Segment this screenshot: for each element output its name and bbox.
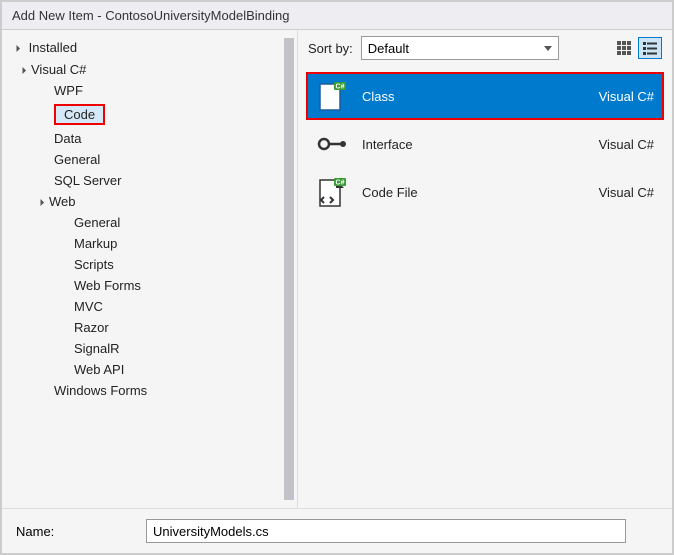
tree-item-web-razor[interactable]: Razor (2, 317, 297, 338)
template-item-interface[interactable]: Interface Visual C# (306, 120, 664, 168)
tree-item-web-general[interactable]: General (2, 212, 297, 233)
template-lang: Visual C# (564, 185, 654, 200)
list-icon (642, 40, 658, 56)
template-lang: Visual C# (564, 137, 654, 152)
sort-by-value: Default (368, 41, 409, 56)
sort-by-select[interactable]: Default (361, 36, 559, 60)
view-small-icons-button[interactable] (612, 37, 636, 59)
name-input[interactable] (146, 519, 626, 543)
tree-item-web-signalr[interactable]: SignalR (2, 338, 297, 359)
main-panel: Installed Visual C# WPF Code Data Genera… (2, 30, 672, 508)
sort-by-label: Sort by: (308, 41, 353, 56)
tree-item-web-api[interactable]: Web API (2, 359, 297, 380)
tree-item-web-mvc[interactable]: MVC (2, 296, 297, 317)
category-tree[interactable]: Installed Visual C# WPF Code Data Genera… (2, 30, 298, 508)
tree-item-sql-server[interactable]: SQL Server (2, 170, 297, 191)
class-file-icon: C# (316, 80, 348, 112)
template-name: Class (362, 89, 550, 104)
content-panel: Sort by: Default C# Class Visual C# (298, 30, 672, 508)
tree-item-web[interactable]: Web (2, 191, 297, 212)
window-title: Add New Item - ContosoUniversityModelBin… (2, 2, 672, 30)
grid-small-icon (616, 40, 632, 56)
name-label: Name: (16, 524, 146, 539)
content-toolbar: Sort by: Default (298, 30, 672, 66)
template-item-code-file[interactable]: C# Code File Visual C# (306, 168, 664, 216)
template-name: Interface (362, 137, 550, 152)
tree-item-code[interactable]: Code (2, 101, 297, 128)
chevron-down-icon (13, 45, 20, 52)
tree-item-data[interactable]: Data (2, 128, 297, 149)
svg-text:C#: C# (336, 84, 345, 91)
view-list-button[interactable] (638, 37, 662, 59)
installed-label: Installed (29, 40, 77, 55)
tree-item-web-markup[interactable]: Markup (2, 233, 297, 254)
code-file-icon: C# (316, 176, 348, 208)
tree-item-code-label: Code (54, 104, 105, 125)
installed-header[interactable]: Installed (2, 38, 297, 57)
tree-item-web-scripts[interactable]: Scripts (2, 254, 297, 275)
template-name: Code File (362, 185, 550, 200)
tree-item-visual-csharp[interactable]: Visual C# (2, 59, 297, 80)
tree-item-web-forms[interactable]: Web Forms (2, 275, 297, 296)
svg-text:C#: C# (336, 180, 345, 187)
template-lang: Visual C# (564, 89, 654, 104)
tree-item-general[interactable]: General (2, 149, 297, 170)
template-list: C# Class Visual C# Interface Visual C# C… (298, 66, 672, 222)
template-item-class[interactable]: C# Class Visual C# (306, 72, 664, 120)
tree-item-windows-forms[interactable]: Windows Forms (2, 380, 297, 401)
tree-item-wpf[interactable]: WPF (2, 80, 297, 101)
interface-icon (316, 128, 348, 160)
name-row: Name: (2, 508, 672, 553)
